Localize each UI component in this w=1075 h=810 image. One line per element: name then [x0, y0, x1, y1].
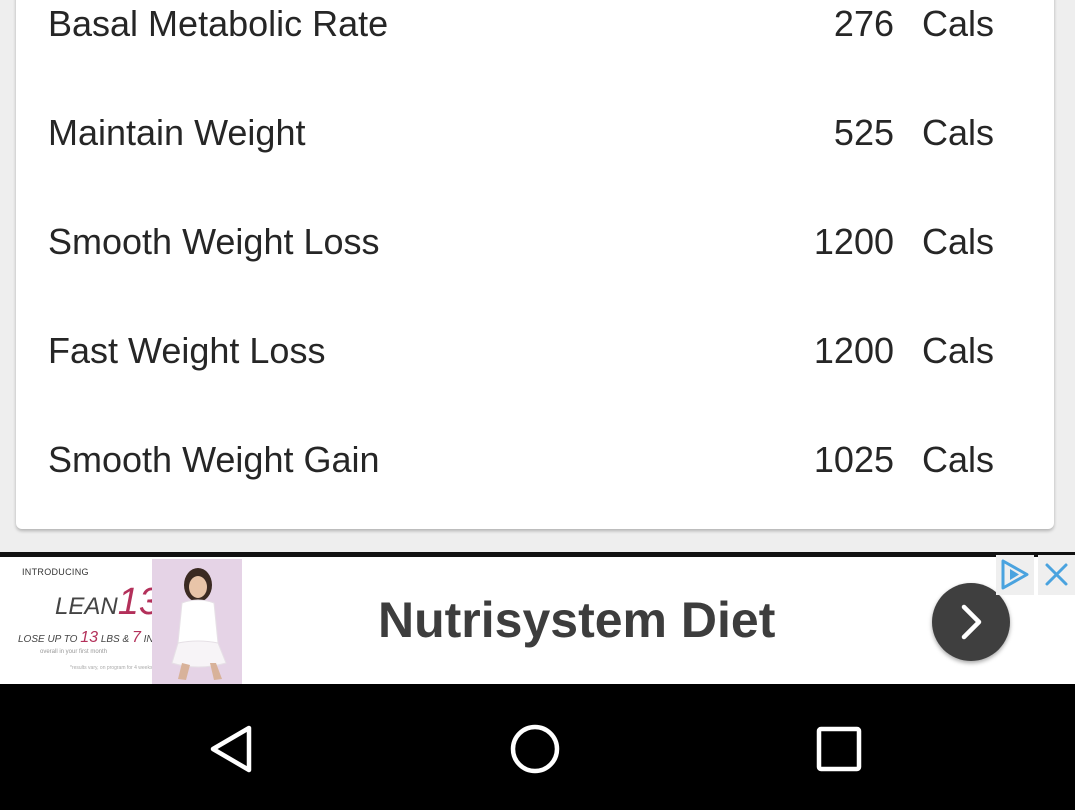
result-value: 1200 — [813, 221, 894, 262]
result-value: 1200 — [813, 330, 894, 371]
back-icon[interactable] — [198, 714, 268, 784]
adchoices-icon[interactable] — [996, 555, 1034, 595]
result-label: Smooth Weight Gain — [48, 439, 380, 480]
result-row-smooth-loss: Smooth Weight Loss 1200 Cals — [16, 215, 1054, 275]
result-row-fast-loss: Fast Weight Loss 1200 Cals — [16, 324, 1054, 384]
result-unit: Cals — [922, 112, 995, 153]
results-card: Basal Metabolic Rate 276 Cals Maintain W… — [16, 0, 1054, 529]
system-navigation-bar — [0, 684, 1075, 810]
result-label: Fast Weight Loss — [48, 330, 326, 371]
home-icon[interactable] — [500, 714, 570, 784]
result-label: Maintain Weight — [48, 112, 306, 153]
result-row-bmr: Basal Metabolic Rate 276 Cals — [16, 0, 1054, 57]
result-value: 276 — [833, 3, 894, 44]
screen: Basal Metabolic Rate 276 Cals Maintain W… — [0, 0, 1075, 810]
result-label: Smooth Weight Loss — [48, 221, 380, 262]
result-unit: Cals — [922, 330, 995, 371]
recents-icon[interactable] — [804, 714, 874, 784]
result-row-maintain: Maintain Weight 525 Cals — [16, 106, 1054, 166]
result-value: 1025 — [813, 439, 894, 480]
result-row-smooth-gain: Smooth Weight Gain 1025 Cals — [16, 433, 1054, 493]
ad-thumb-intro: INTRODUCING — [22, 567, 89, 577]
result-unit: Cals — [922, 221, 995, 262]
result-unit: Cals — [922, 439, 995, 480]
ad-model-photo — [152, 559, 242, 684]
ad-banner[interactable]: INTRODUCING LEAN13 LOSE UP TO 13 LBS & 7… — [0, 552, 1075, 684]
result-value: 525 — [833, 112, 894, 153]
result-unit: Cals — [922, 3, 995, 44]
ad-thumb-fine-print: overall in your first month — [40, 649, 108, 655]
close-icon[interactable] — [1038, 555, 1075, 595]
ad-thumbnail[interactable]: INTRODUCING LEAN13 LOSE UP TO 13 LBS & 7… — [0, 559, 242, 684]
result-label: Basal Metabolic Rate — [48, 3, 389, 44]
ad-thumb-logo: LEAN13 — [55, 581, 160, 623]
ad-title[interactable]: Nutrisystem Diet — [378, 591, 775, 649]
